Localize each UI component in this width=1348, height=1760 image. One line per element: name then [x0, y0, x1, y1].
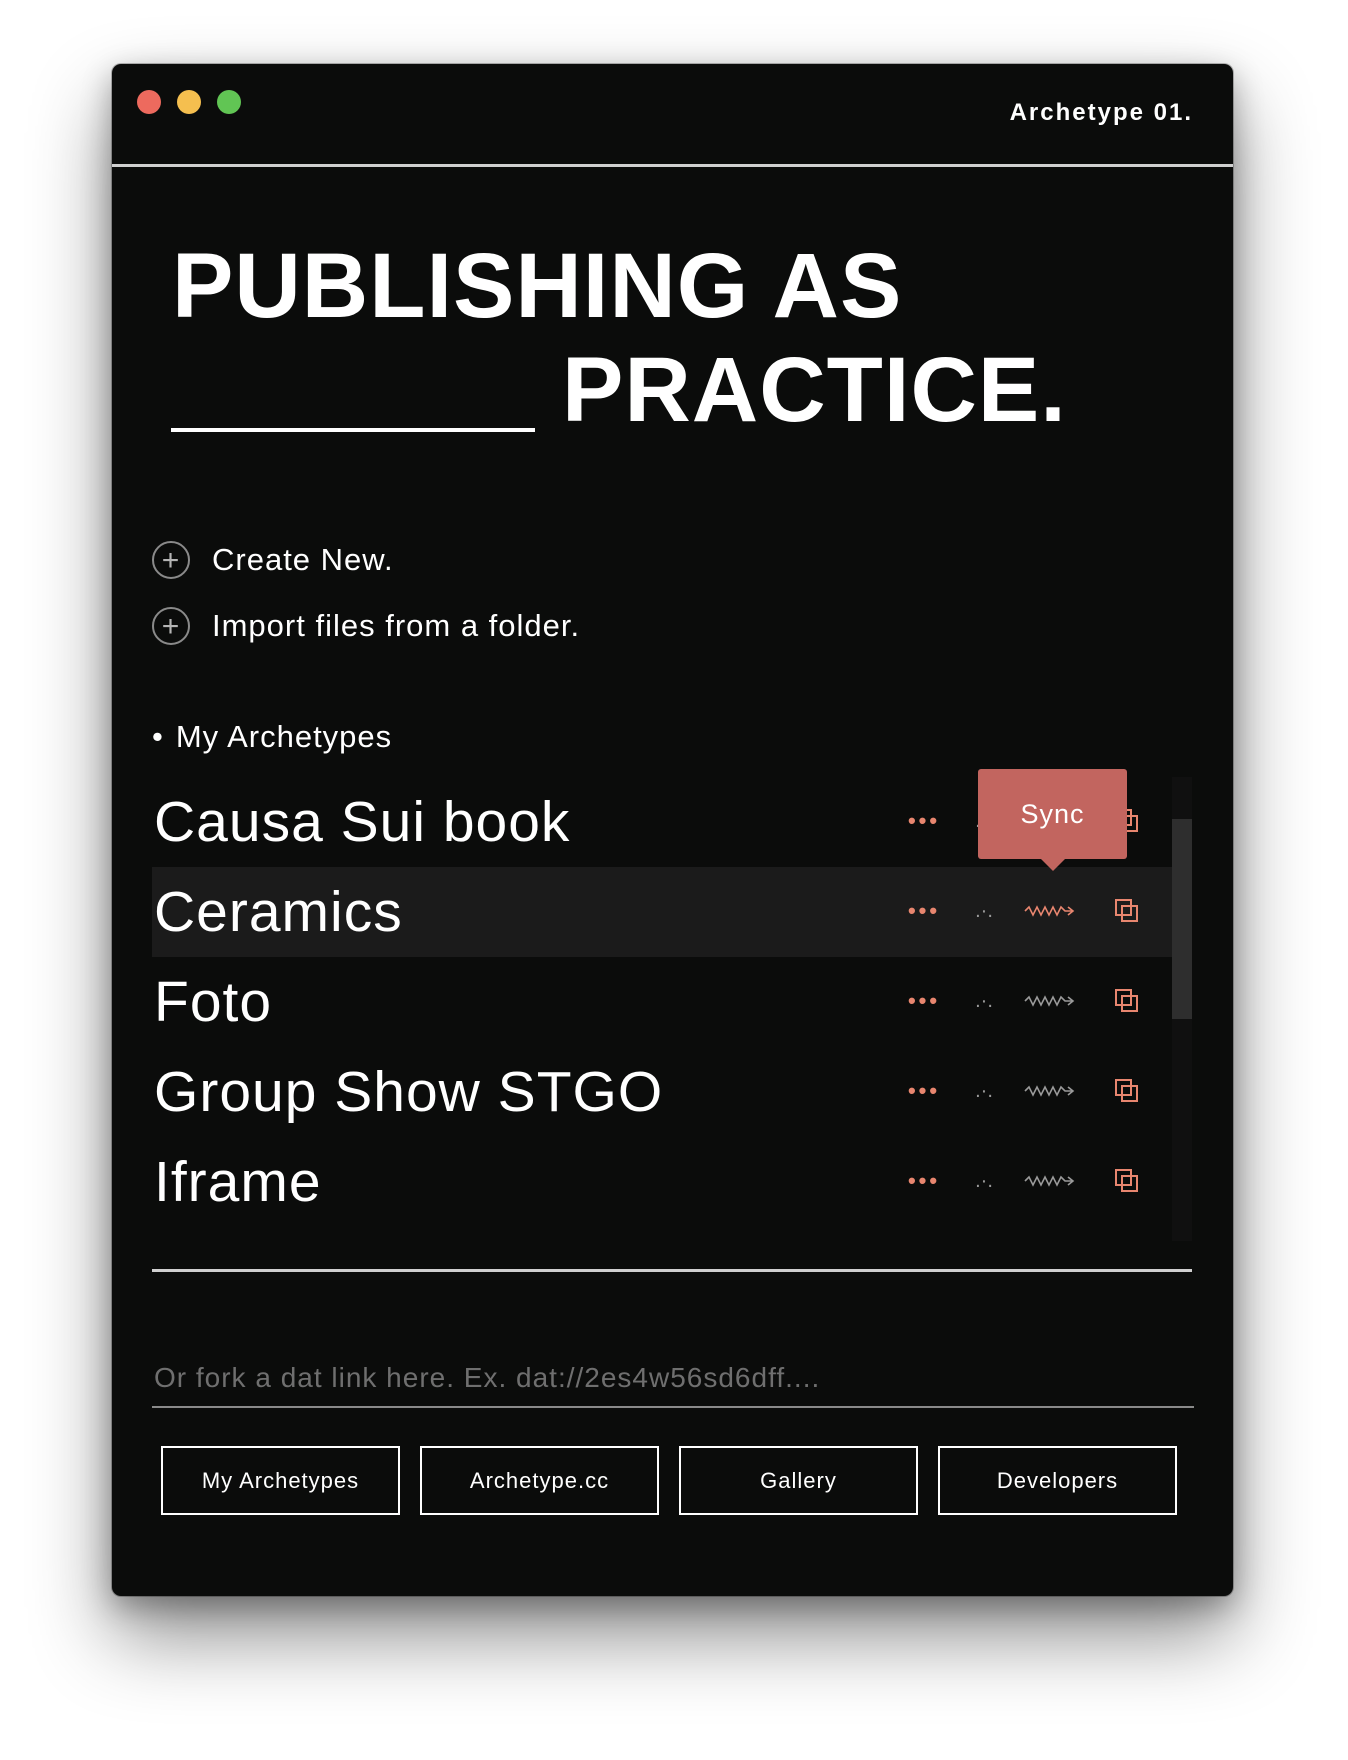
my-archetypes-heading: • My Archetypes [152, 719, 392, 755]
fork-dat-link-input[interactable] [152, 1354, 1194, 1408]
copy-icon[interactable] [1112, 893, 1142, 929]
import-folder-label: Import files from a folder. [212, 608, 581, 643]
archetype-row[interactable]: Iframe ••• .·. [152, 1137, 1174, 1227]
more-options-icon[interactable]: ••• [904, 1163, 944, 1199]
copy-icon[interactable] [1112, 1163, 1142, 1199]
title-bar: Archetype 01. [112, 64, 1233, 167]
more-options-icon[interactable]: ••• [904, 893, 944, 929]
sync-icon[interactable] [1022, 983, 1078, 1019]
create-new-label: Create New. [212, 542, 394, 577]
copy-icon[interactable] [1112, 983, 1142, 1019]
archetype-name: Ceramics [154, 880, 403, 944]
peers-icon[interactable]: .·. [970, 893, 998, 929]
import-folder-button[interactable]: + Import files from a folder. [152, 607, 580, 645]
footer-nav: My Archetypes Archetype.cc Gallery Devel… [161, 1446, 1177, 1515]
more-options-icon[interactable]: ••• [904, 1073, 944, 1109]
sync-icon[interactable] [1022, 1073, 1078, 1109]
app-window: Archetype 01. PUBLISHING AS PRACTICE. + … [112, 64, 1233, 1596]
nav-gallery-button[interactable]: Gallery [679, 1446, 918, 1515]
sync-tooltip-label: Sync [1020, 798, 1085, 829]
sync-icon[interactable] [1022, 893, 1078, 929]
page-headline: PUBLISHING AS PRACTICE. [172, 234, 1067, 442]
sync-tooltip: Sync [978, 769, 1127, 871]
maximize-window-button[interactable] [217, 90, 241, 114]
copy-icon[interactable] [1112, 1073, 1142, 1109]
plus-circle-icon: + [152, 607, 190, 645]
archetype-row[interactable]: Foto ••• .·. [152, 957, 1174, 1047]
peers-icon[interactable]: .·. [970, 983, 998, 1019]
headline-underline [171, 428, 535, 432]
archetype-name: Causa Sui book [154, 790, 571, 854]
nav-my-archetypes-button[interactable]: My Archetypes [161, 1446, 400, 1515]
sync-icon[interactable] [1022, 1163, 1078, 1199]
more-options-icon[interactable]: ••• [904, 803, 944, 839]
headline-line-2: PRACTICE. [562, 339, 1067, 441]
bullet-icon: • [152, 719, 164, 754]
list-divider [152, 1269, 1192, 1272]
section-label: My Archetypes [175, 719, 393, 754]
app-title: Archetype 01. [1009, 99, 1193, 126]
archetype-row[interactable]: Ceramics ••• .·. [152, 867, 1174, 957]
nav-developers-button[interactable]: Developers [938, 1446, 1177, 1515]
nav-archetype-cc-button[interactable]: Archetype.cc [420, 1446, 659, 1515]
peers-icon[interactable]: .·. [970, 1073, 998, 1109]
minimize-window-button[interactable] [177, 90, 201, 114]
archetype-row[interactable]: Group Show STGO ••• .·. [152, 1047, 1174, 1137]
create-new-button[interactable]: + Create New. [152, 541, 394, 579]
plus-circle-icon: + [152, 541, 190, 579]
archetype-name: Foto [154, 970, 273, 1034]
archetype-name: Iframe [154, 1150, 322, 1214]
close-window-button[interactable] [137, 90, 161, 114]
list-scrollbar-thumb[interactable] [1172, 819, 1192, 1019]
headline-line-1: PUBLISHING AS [172, 235, 903, 337]
peers-icon[interactable]: .·. [970, 1163, 998, 1199]
more-options-icon[interactable]: ••• [904, 983, 944, 1019]
archetype-name: Group Show STGO [154, 1060, 664, 1124]
